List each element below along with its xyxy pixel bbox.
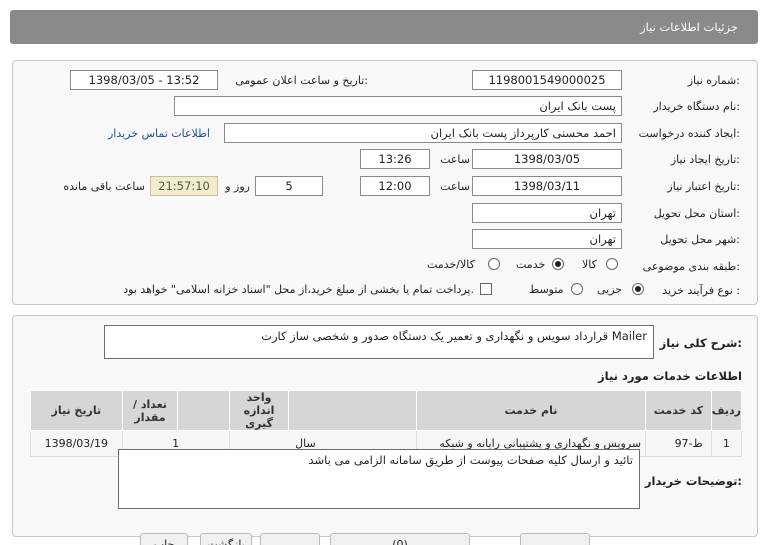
remaining-label: ساعت باقی مانده [63,180,145,193]
services-title: اطلاعات خدمات مورد نیاز [598,369,742,383]
city-field: تهران [472,229,622,249]
services-table: تاریخ نیاز تعداد / مقدار واحد اندازه گیر… [30,390,743,457]
back-button[interactable]: بازگشت [200,533,252,545]
buyer-org-field: پست بانک ایران [174,96,622,116]
col-date: تاریخ نیاز [30,390,123,431]
need-number-field: 1198001549000025 [472,70,622,90]
created-time-field: 13:26 [360,149,430,169]
announce-field: 1398/03/05 - 13:52 [70,70,218,90]
need-number-label: شماره نیاز: [687,74,740,87]
col-code: کد خدمت [645,390,712,431]
col-unit-ext [288,390,417,431]
col-name: نام خدمت [415,390,647,431]
cell-code: ط-97 [645,430,712,457]
col-qty: تعداد / مقدار [121,390,179,431]
bottom-button-1[interactable] [520,533,590,545]
requester-label: ایجاد کننده درخواست: [638,127,740,140]
process-minor-label: جزیی [597,283,623,296]
col-row: ردیف [710,390,743,431]
page-title: جزئیات اطلاعات نیاز [640,20,738,34]
created-time-label: ساعت [440,153,470,166]
remaining-time-field: 21:57:10 [150,176,218,196]
days-field: 5 [255,176,323,196]
treasury-payment-checkbox[interactable] [480,283,492,295]
province-field: تهران [472,203,622,223]
page-header: جزئیات اطلاعات نیاز [10,10,758,44]
city-label: شهر محل تحویل: [660,233,740,246]
category-service-label: خدمت [516,258,546,271]
summary-box: قرارداد سویس و نگهداری و تعمیر یک دستگاه… [104,325,654,359]
created-date-field: 1398/03/05 [472,149,622,169]
category-goods-radio[interactable] [606,258,618,270]
process-medium-radio[interactable] [571,283,583,295]
buyer-notes-box: تائید و ارسال کلیه صفحات پیوست از طریق س… [118,449,640,509]
province-label: استان محل تحویل: [653,207,740,220]
category-label: طبقه بندی موضوعی: [642,260,740,273]
bottom-button-attachments[interactable]: (0) [330,533,470,545]
valid-date-field: 1398/03/11 [472,176,622,196]
col-count [177,390,230,431]
process-medium-label: متوسط [529,283,564,296]
process-label: نوع فرآیند خرید : [662,284,740,297]
category-service-radio[interactable] [552,258,564,270]
valid-time-label: ساعت [440,180,470,193]
announce-label: تاریخ و ساعت اعلان عمومی: [235,74,368,87]
days-label: روز و [225,180,250,193]
buyer-notes-label: توضیحات خریدار: [644,474,742,488]
category-goods-service-label: کالا/خدمت [427,258,475,271]
treasury-payment-note: پرداخت تمام یا بخشی از مبلغ خرید،از محل … [123,283,474,296]
cell-date: 1398/03/19 [30,430,123,457]
services-header-row: تاریخ نیاز تعداد / مقدار واحد اندازه گیر… [30,390,743,431]
category-goods-label: کالا [582,258,597,271]
col-unit: واحد اندازه گیری [228,390,290,431]
cell-row: 1 [710,430,743,457]
valid-time-field: 12:00 [360,176,430,196]
process-minor-radio[interactable] [632,283,644,295]
requester-field: احمد محسنی کارپرداز پست بانک ایران [224,123,622,143]
print-button[interactable]: چاپ [140,533,188,545]
summary-label: شرح کلی نیاز: [659,336,742,350]
buyer-org-label: نام دستگاه خریدار: [653,100,740,113]
category-goods-service-radio[interactable] [488,258,500,270]
contact-info-link[interactable]: اطلاعات تماس خریدار [108,127,210,140]
bottom-button-3[interactable] [260,533,320,545]
valid-date-label: تاریخ اعتبار نیاز: [667,180,740,193]
created-date-label: تاریخ ایجاد نیاز: [670,153,740,166]
